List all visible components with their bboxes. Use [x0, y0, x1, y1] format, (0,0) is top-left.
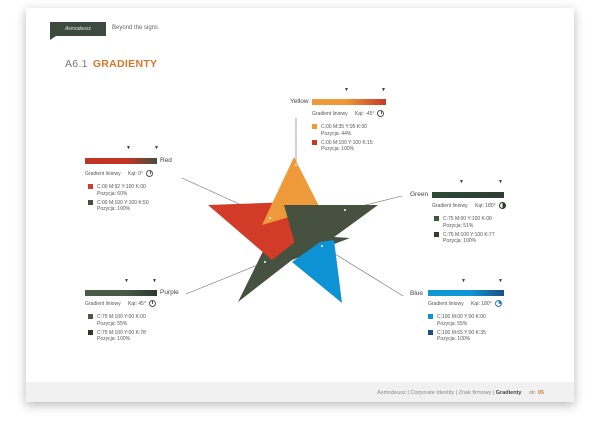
gradient-type-red: Gradient liniowy Kąt: 0°: [85, 170, 154, 178]
angle-dial-icon: [148, 300, 156, 307]
gradient-stop-marker: ▼: [124, 278, 129, 284]
swatch-icon: [312, 139, 317, 145]
swatch-icon: [428, 314, 433, 319]
swatch-icon: [88, 184, 93, 189]
gradient-label-purple: Purple: [160, 289, 179, 296]
angle-dial-icon: [377, 110, 385, 117]
gradient-label-green: Green: [410, 191, 429, 198]
color-stops-red: C:00 M:92 Y:100 K:00 Pozycja: 60% C:00 M…: [88, 184, 149, 213]
color-stops-green: C:75 M:00 Y:100 K:00 Pozycja: 51% C:75 M…: [434, 216, 495, 245]
gradient-label-yellow: Yellow: [290, 98, 309, 105]
swatch-icon: [434, 216, 439, 221]
gradient-stop-marker: ▼: [344, 87, 349, 93]
gradient-bar-purple: [85, 290, 157, 296]
gradient-stop-marker: ▼: [459, 179, 464, 185]
angle-dial-icon: [146, 170, 154, 177]
gradient-stop-marker: ▼: [498, 278, 503, 284]
gradient-type-green: Gradient liniowy Kąt: 180°: [432, 202, 506, 210]
color-stops-purple: C:75 M:100 Y:00 K:00 Pozycja: 55% C:75 M…: [88, 314, 146, 343]
gradient-box-purple: ▼ ▼ Purple Gradient liniowy Kąt: 45° C:7…: [84, 276, 204, 356]
gradient-stop-marker: ▼: [381, 87, 386, 93]
swatch-icon: [88, 329, 93, 335]
gradient-type-purple: Gradient liniowy Kąt: 45°: [85, 300, 156, 308]
gradient-label-red: Red: [160, 157, 172, 164]
color-stops-blue: C:100 M:00 Y:00 K:00 Pozycja: 55% C:100 …: [428, 314, 486, 343]
swatch-icon: [428, 329, 433, 335]
star-logo: [208, 157, 378, 303]
gradient-box-blue: ▼ ▼ Blue Gradient liniowy Kąt: 180° C:10…: [404, 276, 524, 356]
gradient-label-blue: Blue: [410, 290, 424, 297]
gradient-type-yellow: Gradient liniowy Kąt: -45°: [312, 110, 385, 118]
gradient-stop-marker: ▼: [498, 179, 503, 185]
gradient-stop-marker: ▼: [152, 278, 157, 284]
gradient-angle: Kąt: 180°: [474, 203, 496, 209]
gradient-stop-marker: ▼: [154, 145, 159, 151]
gradient-bar-green: [432, 192, 504, 198]
swatch-icon: [88, 199, 93, 205]
gradient-type-blue: Gradient liniowy Kąt: 180°: [428, 300, 502, 308]
color-stops-yellow: C:00 M:35 Y:95 K:00 Pozycja: 44% C:00 M:…: [312, 124, 373, 153]
gradient-box-yellow: ▼ ▼ Yellow Gradient liniowy Kąt: -45° C:…: [287, 88, 407, 160]
angle-dial-icon: [494, 300, 502, 307]
gradient-angle: Kąt: 0°: [127, 171, 144, 177]
gradient-stop-marker: ▼: [126, 145, 131, 151]
gradient-angle: Kąt: -45°: [354, 111, 375, 117]
angle-dial-icon: [498, 202, 506, 209]
gradient-angle: Kąt: 180°: [470, 301, 492, 307]
gradient-box-red: ▼ ▼ Red Gradient liniowy Kąt: 0° C:00 M:…: [84, 144, 204, 224]
gradient-angle: Kąt: 45°: [127, 301, 146, 307]
swatch-icon: [312, 124, 317, 129]
swatch-icon: [88, 314, 93, 319]
gradient-bar-red: [85, 158, 157, 164]
swatch-icon: [434, 231, 439, 237]
gradient-bar-yellow: [312, 99, 386, 105]
gradient-bar-blue: [428, 290, 504, 296]
gradient-stop-marker: ▼: [461, 278, 466, 284]
gradient-box-green: ▼ ▼ Green Gradient liniowy Kąt: 180° C:7…: [404, 180, 524, 260]
